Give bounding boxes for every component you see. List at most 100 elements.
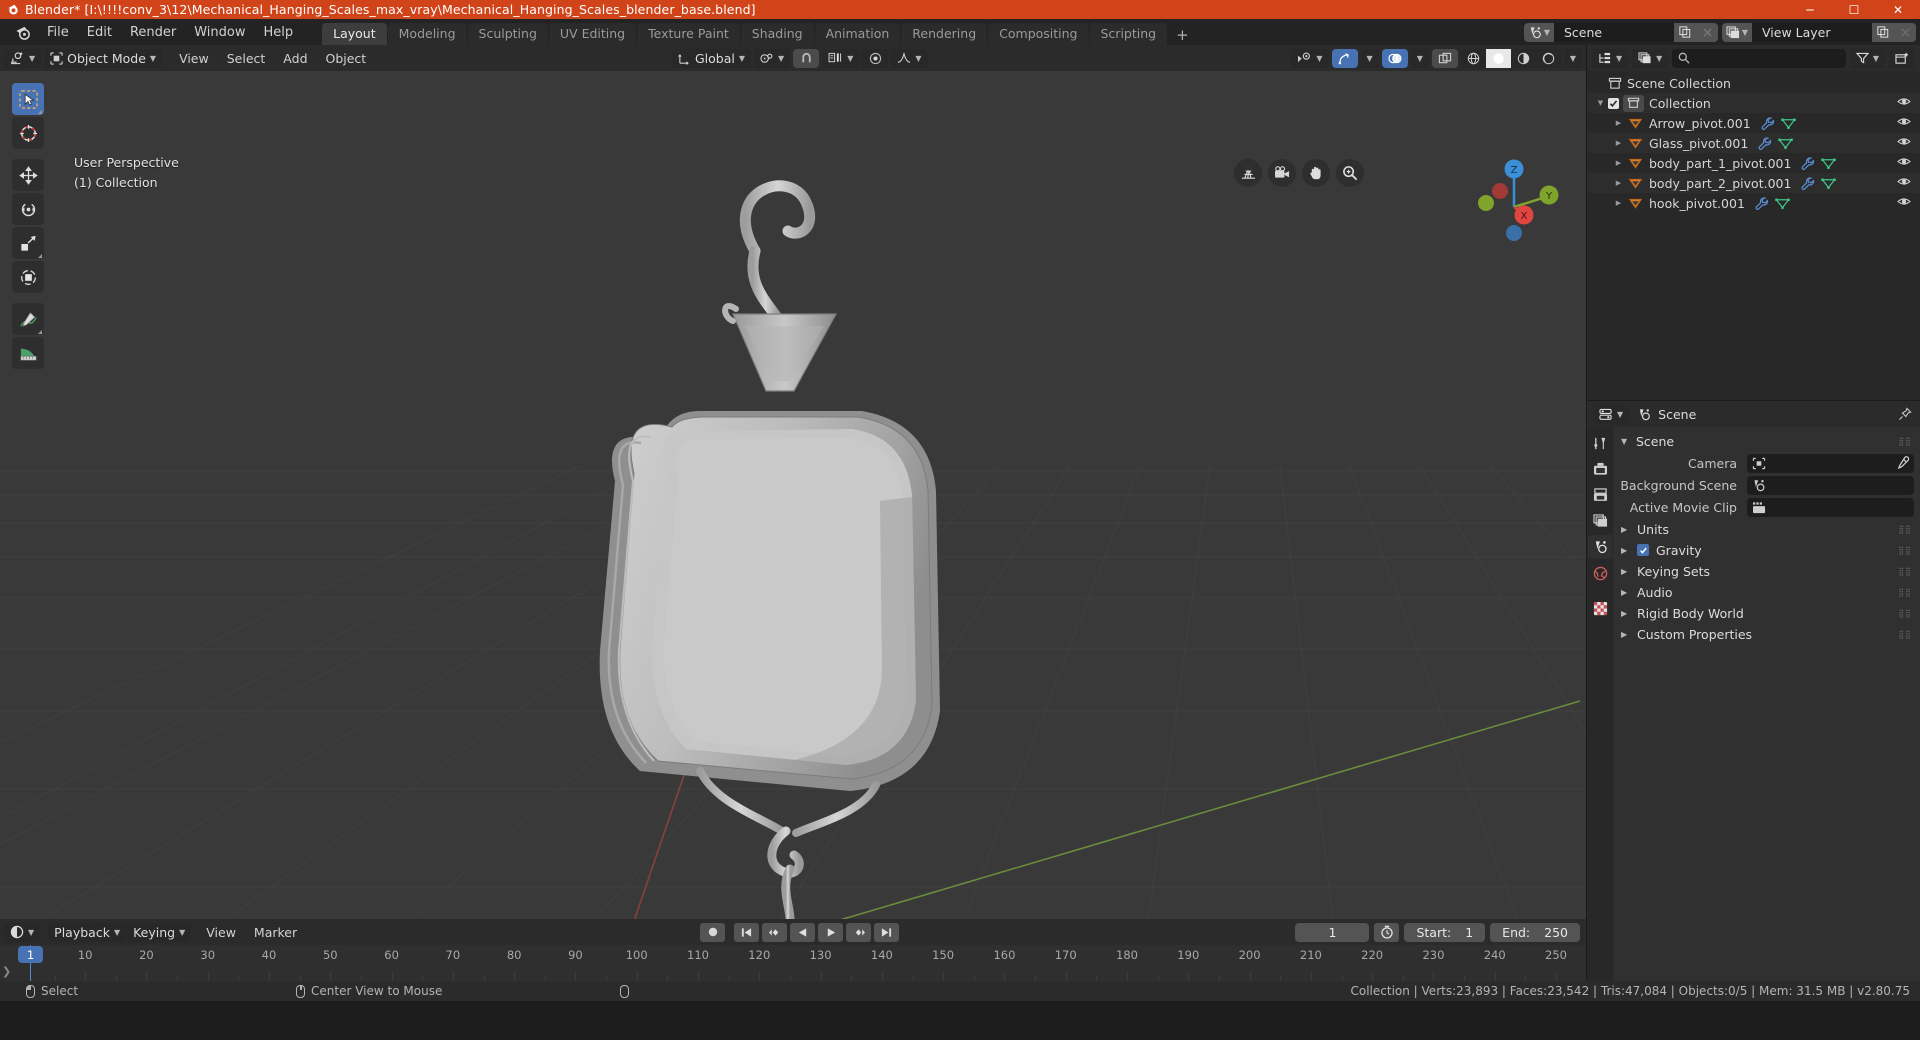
- hide-in-viewport-icon[interactable]: [1897, 176, 1911, 187]
- end-frame-field[interactable]: End: 250: [1490, 922, 1580, 942]
- modifier-wrench-icon[interactable]: [1761, 116, 1775, 130]
- unlink-scene-button[interactable]: [1696, 22, 1718, 42]
- shading-settings-selector[interactable]: ▼: [1563, 48, 1582, 68]
- outliner-filter-button[interactable]: ▼: [1849, 48, 1885, 68]
- property-section[interactable]: ▶ Custom Properties ⣿⣿: [1613, 624, 1920, 644]
- viewport-menu-select[interactable]: Select: [218, 49, 275, 68]
- new-scene-button[interactable]: [1674, 22, 1696, 42]
- outliner-row-object[interactable]: ▶ body_part_1_pivot.001: [1587, 153, 1920, 173]
- gizmo-settings-selector[interactable]: ▼: [1360, 48, 1379, 68]
- menu-render[interactable]: Render: [121, 22, 185, 43]
- overlay-settings-selector[interactable]: ▼: [1410, 48, 1429, 68]
- outliner-row-scene-collection[interactable]: Scene Collection: [1587, 73, 1920, 93]
- property-section[interactable]: ▶ Rigid Body World ⣿⣿: [1613, 603, 1920, 623]
- timeline-editor-type-selector[interactable]: ▼: [4, 922, 41, 942]
- proportional-editing-toggle[interactable]: [862, 48, 889, 68]
- record-icon[interactable]: [700, 922, 725, 942]
- mesh-data-icon[interactable]: [1775, 197, 1790, 210]
- pin-icon[interactable]: [1898, 407, 1912, 421]
- editor-type-selector[interactable]: ▼: [4, 48, 42, 68]
- outliner-display-mode-selector[interactable]: ▼: [1632, 48, 1669, 68]
- view-layer-selector[interactable]: ▼ View Layer: [1722, 22, 1916, 42]
- modifier-wrench-icon[interactable]: [1755, 196, 1769, 210]
- tab-compositing[interactable]: Compositing: [988, 23, 1089, 45]
- menu-file[interactable]: File: [38, 22, 78, 43]
- section-disclosure-triangle[interactable]: ▶: [1621, 630, 1630, 639]
- new-view-layer-button[interactable]: [1872, 22, 1894, 42]
- tab-uv-editing[interactable]: UV Editing: [548, 23, 637, 45]
- maximize-button[interactable]: ☐: [1832, 0, 1876, 19]
- panel-disclosure-triangle[interactable]: ▼: [1621, 437, 1630, 446]
- next-keyframe-icon[interactable]: [846, 922, 871, 942]
- object-disclosure-triangle[interactable]: ▶: [1613, 159, 1624, 167]
- section-disclosure-triangle[interactable]: ▶: [1621, 546, 1630, 555]
- tab-sculpting[interactable]: Sculpting: [467, 23, 548, 45]
- section-disclosure-triangle[interactable]: ▶: [1621, 525, 1630, 534]
- auto-keying-icon[interactable]: [1374, 922, 1400, 942]
- property-section[interactable]: ▶ Audio ⣿⣿: [1613, 582, 1920, 602]
- outliner-editor-type-selector[interactable]: ▼: [1592, 48, 1629, 68]
- timeline-menu-playback[interactable]: Playback ▼: [48, 922, 127, 942]
- blender-logo-icon[interactable]: [12, 22, 34, 42]
- property-value-field[interactable]: [1747, 453, 1914, 473]
- grid-perspective-icon[interactable]: [1234, 159, 1262, 187]
- viewport-menu-object[interactable]: Object: [317, 49, 376, 68]
- tab-view-layer-icon[interactable]: [1588, 509, 1612, 533]
- tab-shading[interactable]: Shading: [740, 23, 814, 45]
- property-section[interactable]: ▶ Units ⣿⣿: [1613, 519, 1920, 539]
- viewport-axis-gizmo[interactable]: Z Y X: [1456, 149, 1568, 261]
- viewport-menu-view[interactable]: View: [170, 49, 218, 68]
- transform-tool[interactable]: [12, 261, 44, 293]
- collection-checkbox[interactable]: [1606, 97, 1621, 109]
- menu-help[interactable]: Help: [255, 22, 303, 43]
- zoom-magnifier-icon[interactable]: [1336, 159, 1364, 187]
- hide-in-viewport-icon[interactable]: [1897, 116, 1911, 127]
- object-disclosure-triangle[interactable]: ▶: [1613, 119, 1624, 127]
- shading-solid-button[interactable]: [1485, 48, 1511, 68]
- new-collection-button[interactable]: [1889, 48, 1915, 68]
- tab-tool-icon[interactable]: [1588, 431, 1612, 455]
- falloff-type-selector[interactable]: ▼: [891, 48, 928, 68]
- tab-modeling[interactable]: Modeling: [387, 23, 467, 45]
- close-button[interactable]: ✕: [1876, 0, 1920, 19]
- outliner-row-object[interactable]: ▶ Glass_pivot.001: [1587, 133, 1920, 153]
- mesh-data-icon[interactable]: [1780, 117, 1796, 130]
- object-disclosure-triangle[interactable]: ▶: [1613, 199, 1624, 207]
- timeline-menu-keying[interactable]: Keying ▼: [127, 922, 192, 942]
- tab-output-icon[interactable]: [1588, 483, 1612, 507]
- menu-window[interactable]: Window: [185, 22, 254, 43]
- timeline-sidebar-toggle[interactable]: ❯: [2, 965, 11, 978]
- play-reverse-icon[interactable]: [790, 922, 815, 942]
- hand-pan-icon[interactable]: [1302, 159, 1330, 187]
- section-disclosure-triangle[interactable]: ▶: [1621, 567, 1630, 576]
- hide-in-viewport-icon[interactable]: [1897, 136, 1911, 147]
- section-disclosure-triangle[interactable]: ▶: [1621, 588, 1630, 597]
- shading-wireframe-button[interactable]: [1461, 49, 1486, 68]
- tab-animation[interactable]: Animation: [814, 23, 901, 45]
- hide-in-viewport-icon[interactable]: [1897, 96, 1911, 107]
- camera-view-icon[interactable]: [1268, 159, 1296, 187]
- modifier-wrench-icon[interactable]: [1801, 176, 1815, 190]
- scene-name[interactable]: Scene: [1554, 22, 1674, 42]
- viewport-menu-add[interactable]: Add: [274, 49, 316, 68]
- xray-toggle[interactable]: [1431, 48, 1458, 68]
- jump-end-icon[interactable]: [874, 922, 899, 942]
- snap-magnet-toggle[interactable]: [793, 48, 820, 68]
- outliner-row-object[interactable]: ▶ body_part_2_pivot.001: [1587, 173, 1920, 193]
- tab-render-icon[interactable]: [1588, 457, 1612, 481]
- visibility-selector[interactable]: ▼: [1291, 48, 1329, 68]
- timeline-menu-marker[interactable]: Marker: [245, 923, 306, 942]
- current-frame-field[interactable]: 1: [1295, 922, 1370, 942]
- add-workspace-button[interactable]: +: [1168, 26, 1197, 45]
- mesh-data-icon[interactable]: [1821, 177, 1837, 190]
- scale-tool[interactable]: [12, 227, 44, 259]
- tab-scripting[interactable]: Scripting: [1089, 23, 1168, 45]
- shading-rendered-button[interactable]: [1536, 49, 1561, 68]
- property-section[interactable]: ▶ Keying Sets ⣿⣿: [1613, 561, 1920, 581]
- jump-start-icon[interactable]: [734, 922, 759, 942]
- property-value-field[interactable]: [1747, 475, 1914, 495]
- properties-editor-type-selector[interactable]: ▼: [1593, 404, 1630, 424]
- timeline-ruler[interactable]: ❯ 10 20 30 40 50 60 70 80 90 100 110 120 130 140 150 16…: [0, 945, 1586, 981]
- tab-texture-paint[interactable]: Texture Paint: [637, 23, 740, 45]
- tab-texture-icon[interactable]: [1588, 596, 1612, 620]
